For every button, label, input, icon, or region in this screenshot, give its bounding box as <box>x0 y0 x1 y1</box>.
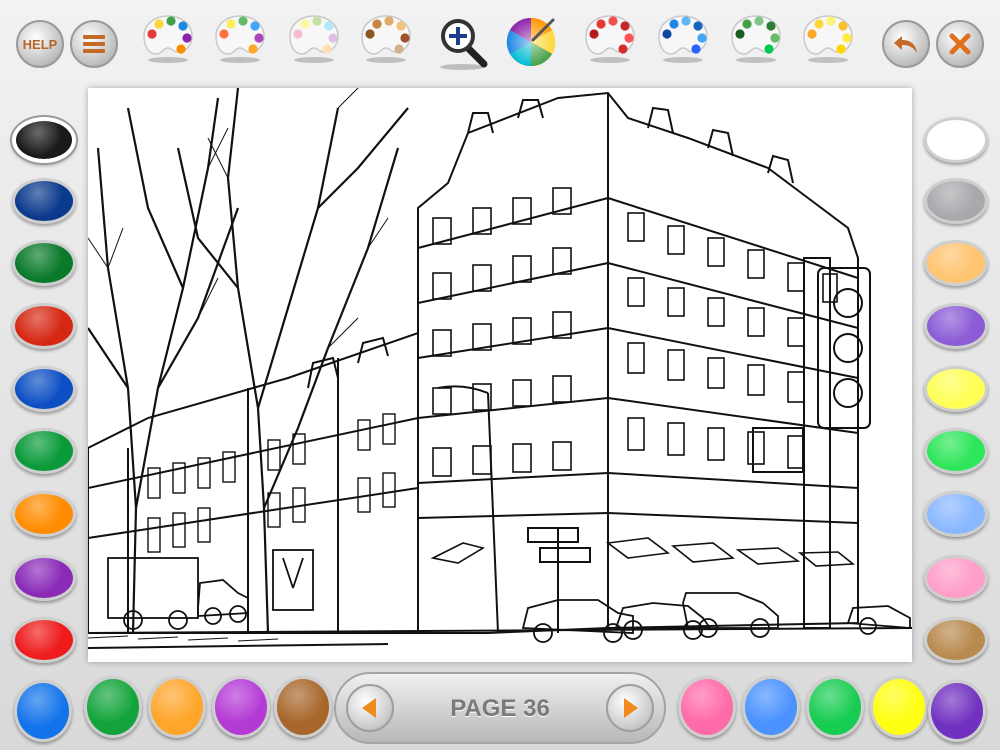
left-color-swatch-5[interactable] <box>12 366 76 412</box>
right-color-swatch-6[interactable] <box>924 428 988 474</box>
top-toolbar: HELP <box>0 0 1000 88</box>
bottom-right-color-swatch-1[interactable] <box>678 676 736 738</box>
left-color-swatch-6[interactable] <box>12 428 76 474</box>
palette-multicolor-2-button[interactable] <box>214 12 266 64</box>
palette-reds-button[interactable] <box>584 12 636 64</box>
bottom-right-color-swatch-2[interactable] <box>742 676 800 738</box>
undo-button[interactable] <box>882 20 930 68</box>
zoom-button[interactable] <box>432 12 492 72</box>
arrow-left-icon <box>362 698 376 718</box>
bottom-left-color-swatch-5[interactable] <box>274 676 332 738</box>
right-color-swatch-4[interactable] <box>924 303 988 349</box>
right-color-swatch-8[interactable] <box>924 555 988 601</box>
bottom-right-color-swatch-3[interactable] <box>806 676 864 738</box>
bottom-right-color-swatch-4[interactable] <box>870 676 928 738</box>
palette-browns-button[interactable] <box>360 12 412 64</box>
prev-page-button[interactable] <box>346 684 394 732</box>
close-icon <box>949 33 971 55</box>
palette-icon <box>731 15 781 63</box>
palette-icon <box>361 15 411 63</box>
undo-icon <box>894 36 917 53</box>
bottom-left-color-swatch-2[interactable] <box>84 676 142 738</box>
bottom-left-color-swatch-1[interactable] <box>14 680 72 742</box>
coloring-canvas[interactable] <box>87 87 913 662</box>
color-wheel-icon <box>506 17 556 67</box>
close-button[interactable] <box>936 20 984 68</box>
palette-icon <box>658 15 708 63</box>
help-button[interactable]: HELP <box>16 20 64 68</box>
palette-icon <box>803 15 853 63</box>
left-color-swatch-1[interactable] <box>12 117 76 163</box>
building-lineart[interactable] <box>87 87 913 662</box>
right-color-swatch-7[interactable] <box>924 491 988 537</box>
right-color-swatch-2[interactable] <box>924 178 988 224</box>
palette-icon <box>585 15 635 63</box>
bottom-left-color-swatch-3[interactable] <box>148 676 206 738</box>
right-color-swatch-5[interactable] <box>924 366 988 412</box>
palette-greens-button[interactable] <box>730 12 782 64</box>
palette-blues-button[interactable] <box>657 12 709 64</box>
menu-button[interactable] <box>70 20 118 68</box>
zoom-in-icon <box>440 19 488 70</box>
bottom-left-color-swatch-4[interactable] <box>212 676 270 738</box>
next-page-button[interactable] <box>606 684 654 732</box>
left-color-swatch-2[interactable] <box>12 178 76 224</box>
left-color-swatch-4[interactable] <box>12 303 76 349</box>
left-color-swatch-9[interactable] <box>12 617 76 663</box>
arrow-right-icon <box>624 698 638 718</box>
bottom-right-color-swatch-5[interactable] <box>928 680 986 742</box>
left-color-swatch-3[interactable] <box>12 240 76 286</box>
left-color-swatch-8[interactable] <box>12 555 76 601</box>
palette-icon <box>143 15 193 63</box>
palette-pastel-button[interactable] <box>288 12 340 64</box>
page-navigator: PAGE 36 <box>334 672 666 744</box>
palette-icon <box>289 15 339 63</box>
right-color-swatch-1[interactable] <box>924 117 988 163</box>
palette-yellows-button[interactable] <box>802 12 854 64</box>
color-wheel-button[interactable] <box>503 14 559 70</box>
right-color-swatch-3[interactable] <box>924 240 988 286</box>
page-label: PAGE 36 <box>450 695 550 722</box>
palette-multicolor-1-button[interactable] <box>142 12 194 64</box>
palette-icon <box>215 15 265 63</box>
left-color-swatch-7[interactable] <box>12 491 76 537</box>
help-label: HELP <box>22 36 58 52</box>
right-color-swatch-9[interactable] <box>924 617 988 663</box>
menu-icon <box>83 35 105 53</box>
